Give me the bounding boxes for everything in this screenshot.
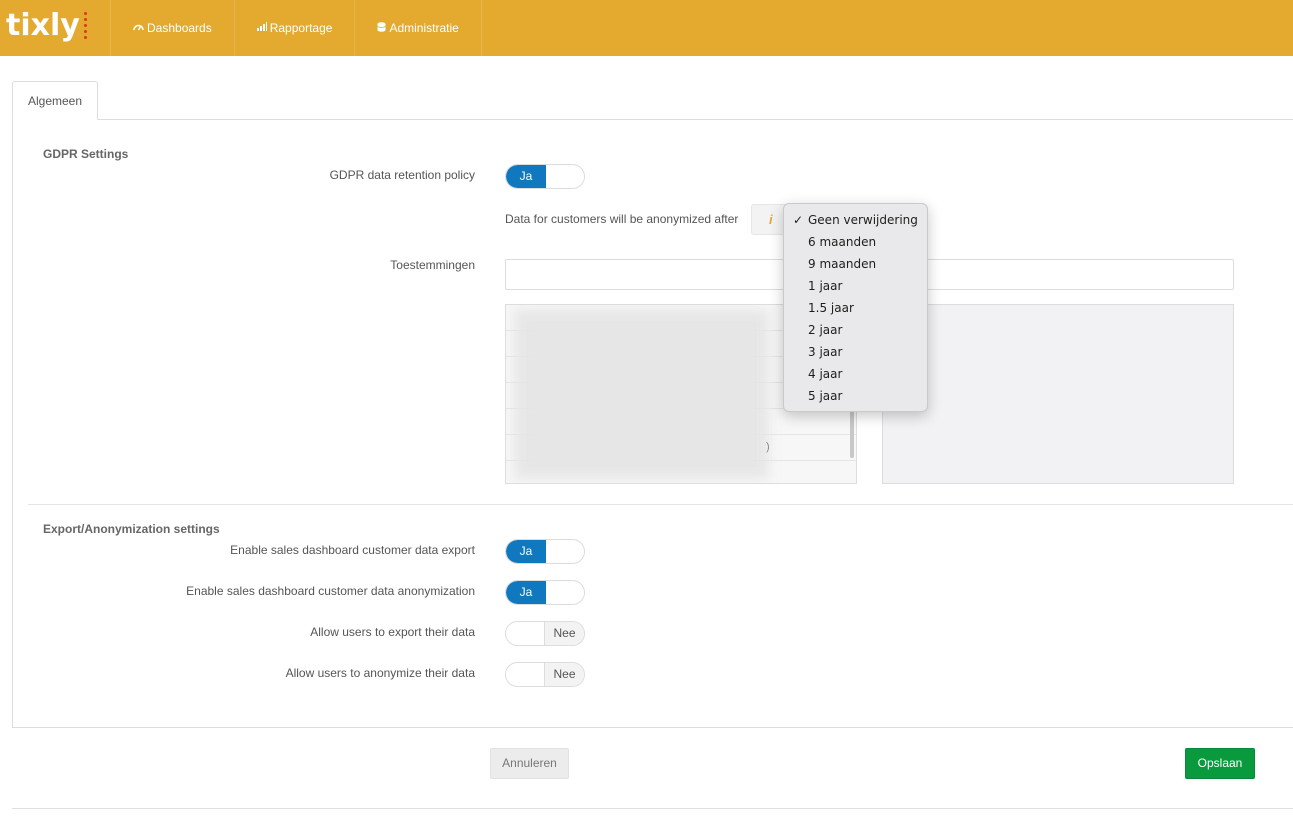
- bar-chart-icon: [256, 22, 267, 34]
- dropdown-option[interactable]: 6 maanden: [784, 231, 927, 253]
- gauge-icon: [133, 22, 144, 34]
- toggle-on-label: Ja: [506, 165, 546, 188]
- dropdown-option[interactable]: ✓ Geen verwijdering: [784, 209, 927, 231]
- anonymized-after-label: Data for customers will be anonymized af…: [505, 212, 739, 226]
- list-scrollbar[interactable]: [850, 410, 854, 458]
- retention-period-dropdown[interactable]: ✓ Geen verwijdering 6 maanden 9 maanden …: [783, 203, 928, 412]
- consents-label: Toestemmingen: [390, 258, 475, 272]
- logo-dots: [83, 11, 87, 39]
- list-fragment-text: ): [766, 441, 770, 453]
- dropdown-option-label: Geen verwijdering: [808, 213, 918, 227]
- logo-text: tixly: [6, 8, 80, 43]
- nav-rapportage[interactable]: Rapportage: [233, 0, 355, 56]
- redacted-content: [514, 309, 769, 479]
- toggle-off-label: Nee: [544, 622, 584, 645]
- toggle-on-label: Ja: [506, 581, 546, 604]
- dropdown-option-label: 6 maanden: [808, 235, 877, 249]
- dropdown-option-label: 1.5 jaar: [808, 301, 854, 315]
- dropdown-option[interactable]: 1 jaar: [784, 275, 927, 297]
- users-export-toggle[interactable]: Nee: [505, 621, 585, 646]
- nav-dashboards-label: Dashboards: [147, 21, 212, 35]
- dropdown-option-label: 9 maanden: [808, 257, 877, 271]
- export-enable-label: Enable sales dashboard customer data exp…: [230, 543, 475, 557]
- checkmark-icon: ✓: [793, 213, 804, 227]
- dropdown-option[interactable]: 2 jaar: [784, 319, 927, 341]
- dropdown-option[interactable]: 9 maanden: [784, 253, 927, 275]
- nav-dashboards[interactable]: Dashboards: [110, 0, 234, 56]
- users-export-label: Allow users to export their data: [310, 625, 475, 639]
- nav-administratie[interactable]: Administratie: [354, 0, 482, 56]
- gdpr-section-title: GDPR Settings: [43, 147, 129, 161]
- export-enable-toggle[interactable]: Ja: [505, 539, 585, 564]
- gdpr-retention-toggle[interactable]: Ja: [505, 164, 585, 189]
- dropdown-option[interactable]: 4 jaar: [784, 363, 927, 385]
- anonymization-enable-toggle[interactable]: Ja: [505, 580, 585, 605]
- dropdown-option[interactable]: 1.5 jaar: [784, 297, 927, 319]
- users-anonymize-toggle[interactable]: Nee: [505, 662, 585, 687]
- section-divider: [28, 504, 1293, 505]
- dropdown-option-label: 2 jaar: [808, 323, 843, 337]
- dropdown-option-label: 5 jaar: [808, 389, 843, 403]
- dropdown-option[interactable]: 3 jaar: [784, 341, 927, 363]
- top-navigation-bar: tixly Dashboards Rapportage Administrati…: [0, 0, 1293, 56]
- dropdown-option[interactable]: 5 jaar: [784, 385, 927, 407]
- anonymization-enable-label: Enable sales dashboard customer data ano…: [186, 584, 475, 598]
- dropdown-option-label: 4 jaar: [808, 367, 843, 381]
- main-nav: Dashboards Rapportage Administratie: [110, 0, 482, 56]
- cancel-button[interactable]: Annuleren: [490, 748, 569, 779]
- users-anonymize-label: Allow users to anonymize their data: [285, 666, 475, 680]
- dropdown-option-label: 1 jaar: [808, 279, 843, 293]
- tab-algemeen[interactable]: Algemeen: [12, 81, 98, 120]
- tixly-logo[interactable]: tixly: [6, 6, 87, 46]
- database-icon: [377, 21, 387, 35]
- nav-rapportage-label: Rapportage: [269, 21, 333, 35]
- export-section-title: Export/Anonymization settings: [43, 522, 220, 536]
- selected-consents-list[interactable]: [882, 304, 1234, 484]
- toggle-off-label: Nee: [544, 663, 584, 686]
- gdpr-retention-label: GDPR data retention policy: [329, 168, 475, 182]
- footer-divider: [12, 808, 1293, 809]
- save-button[interactable]: Opslaan: [1185, 748, 1255, 779]
- toggle-on-label: Ja: [506, 540, 546, 563]
- dropdown-option-label: 3 jaar: [808, 345, 843, 359]
- nav-administratie-label: Administratie: [389, 21, 459, 35]
